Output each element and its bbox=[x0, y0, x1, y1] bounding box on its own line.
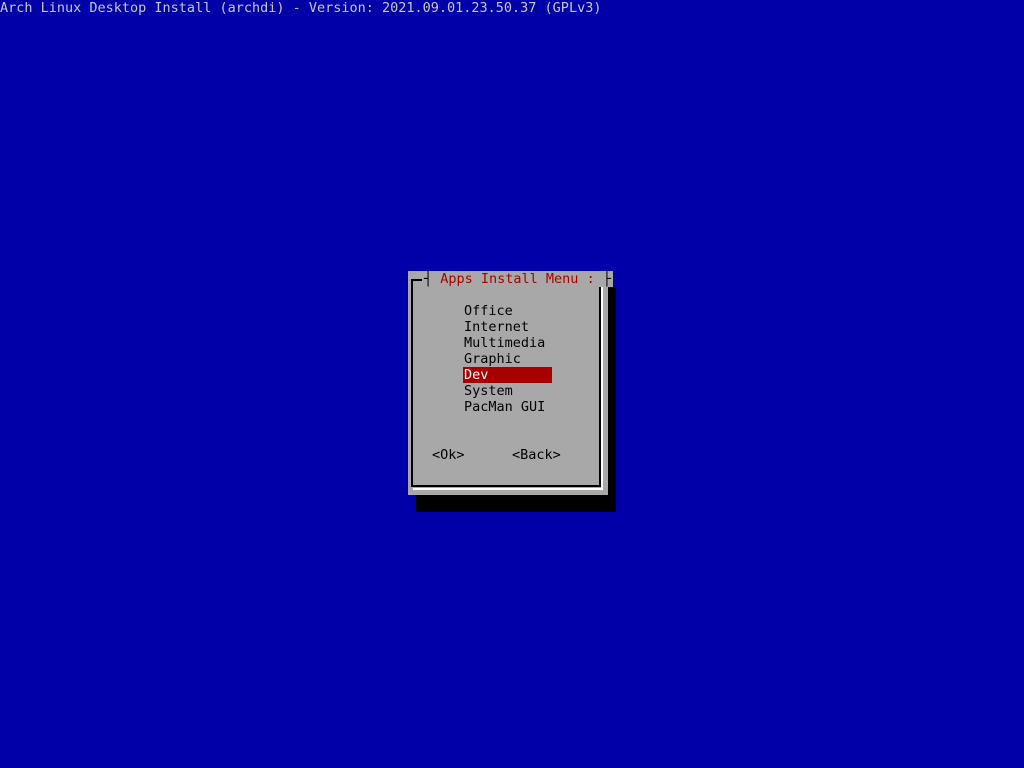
terminal-screen: Arch Linux Desktop Install (archdi) - Ve… bbox=[0, 0, 1024, 768]
menu-item-system[interactable]: System bbox=[463, 383, 552, 399]
back-title: Arch Linux Desktop Install (archdi) - Ve… bbox=[0, 0, 602, 16]
menu-list: Office Internet Multimedia Graphic Dev S… bbox=[463, 303, 623, 415]
ok-button[interactable]: <Ok> bbox=[432, 447, 465, 463]
dialog-title-text: Apps Install Menu : bbox=[440, 271, 595, 287]
back-button[interactable]: <Back> bbox=[512, 447, 561, 463]
menu-item-office[interactable]: Office bbox=[463, 303, 552, 319]
menu-item-graphic[interactable]: Graphic bbox=[463, 351, 552, 367]
menu-item-internet[interactable]: Internet bbox=[463, 319, 552, 335]
menu-item-dev[interactable]: Dev bbox=[463, 367, 552, 383]
dialog-title: ┤ Apps Install Menu : ├ bbox=[422, 271, 613, 287]
menu-item-multimedia[interactable]: Multimedia bbox=[463, 335, 552, 351]
apps-install-menu-dialog: ┤ Apps Install Menu : ├ Office Internet … bbox=[408, 271, 613, 495]
dialog-buttons: <Ok> <Back> bbox=[432, 447, 561, 463]
menu-item-pacman-gui[interactable]: PacMan GUI bbox=[463, 399, 552, 415]
